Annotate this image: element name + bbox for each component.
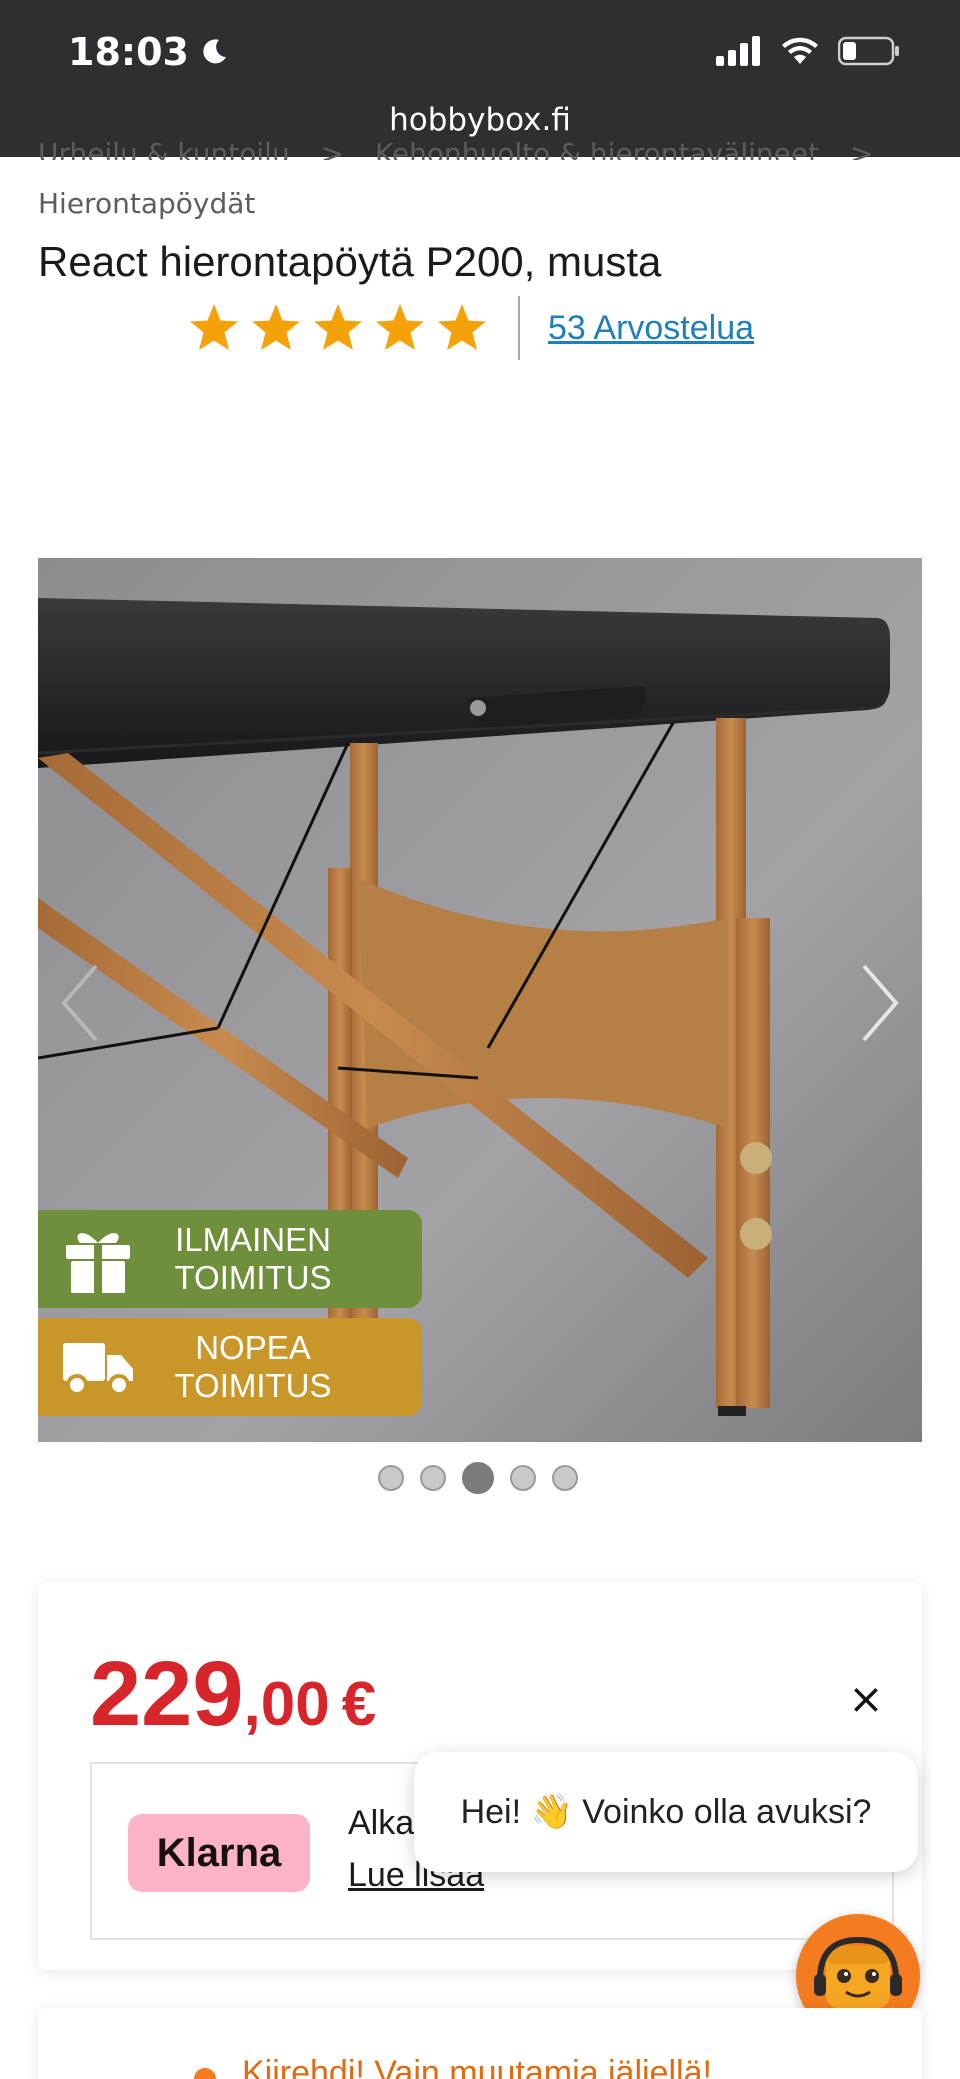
breadcrumb-link[interactable]: Kehonhuolto & hierontavälineet [375,130,819,160]
clock-text: 18:03 [68,30,189,74]
badge-line: ILMAINEN [175,1221,331,1258]
fast-shipping-badge: NOPEA TOIMITUS [38,1318,422,1416]
moon-icon [203,39,226,64]
badge-line: TOIMITUS [174,1259,332,1296]
price-integer: 229 [90,1643,244,1745]
pagination-dot[interactable] [552,1465,578,1491]
breadcrumb-separator: > [320,137,345,160]
product-photo [38,558,922,1442]
truck-icon [63,1343,133,1396]
price-currency: € [341,1670,377,1739]
chat-greeting-bubble[interactable]: Hei! 👋 Voinko olla avuksi? [414,1752,918,1872]
status-icons [716,36,900,66]
badge-line: NOPEA [195,1329,311,1366]
star-rating[interactable] [188,302,488,354]
pagination-dot[interactable] [462,1462,494,1494]
star-icon [314,304,362,350]
product-price: 229,00 € [90,1642,376,1747]
breadcrumb-link[interactable]: Urheilu & kuntoilu [38,130,290,160]
badge-line: TOIMITUS [174,1367,332,1404]
star-icon [252,304,300,350]
signal-icon [716,36,760,66]
product-title: React hierontapöytä P200, musta [38,238,662,285]
breadcrumb: Urheilu & kuntoilu > Kehonhuolto & hiero… [38,137,928,220]
chat-close-button[interactable]: × [844,1674,888,1723]
breadcrumb-separator: > [849,137,874,160]
rating-divider [518,296,520,360]
star-icon [190,304,238,350]
low-stock-message: Kiirehdi! Vain muutamia jäljellä! [242,2054,712,2079]
status-time: 18:03 [68,30,229,74]
stock-indicator-dot [194,2068,216,2079]
reviews-link[interactable]: 53 Arvostelua [548,309,754,348]
pagination-dot[interactable] [420,1465,446,1491]
klarna-logo: Klarna [128,1814,310,1892]
battery-icon [838,36,899,66]
gallery-next-arrow[interactable] [848,958,908,1048]
pagination-dot[interactable] [510,1465,536,1491]
stock-card: Kiirehdi! Vain muutamia jäljellä! [38,2008,922,2079]
price-decimals: ,00 [243,1670,330,1739]
star-icon [438,304,486,350]
wifi-icon [782,37,818,64]
product-rating: 53 Arvostelua [188,292,754,364]
free-shipping-badge: ILMAINEN TOIMITUS [38,1210,422,1308]
product-image-gallery[interactable]: ILMAINEN TOIMITUS NOPEA TOIMITUS [38,558,922,1442]
gallery-pagination [378,1462,578,1494]
gallery-prev-arrow[interactable] [52,958,112,1048]
klarna-text: Alka [348,1804,415,1842]
gift-icon [66,1233,130,1293]
pagination-dot[interactable] [378,1465,404,1491]
breadcrumb-link[interactable]: Hierontapöydät [38,180,255,228]
star-icon [376,304,424,350]
